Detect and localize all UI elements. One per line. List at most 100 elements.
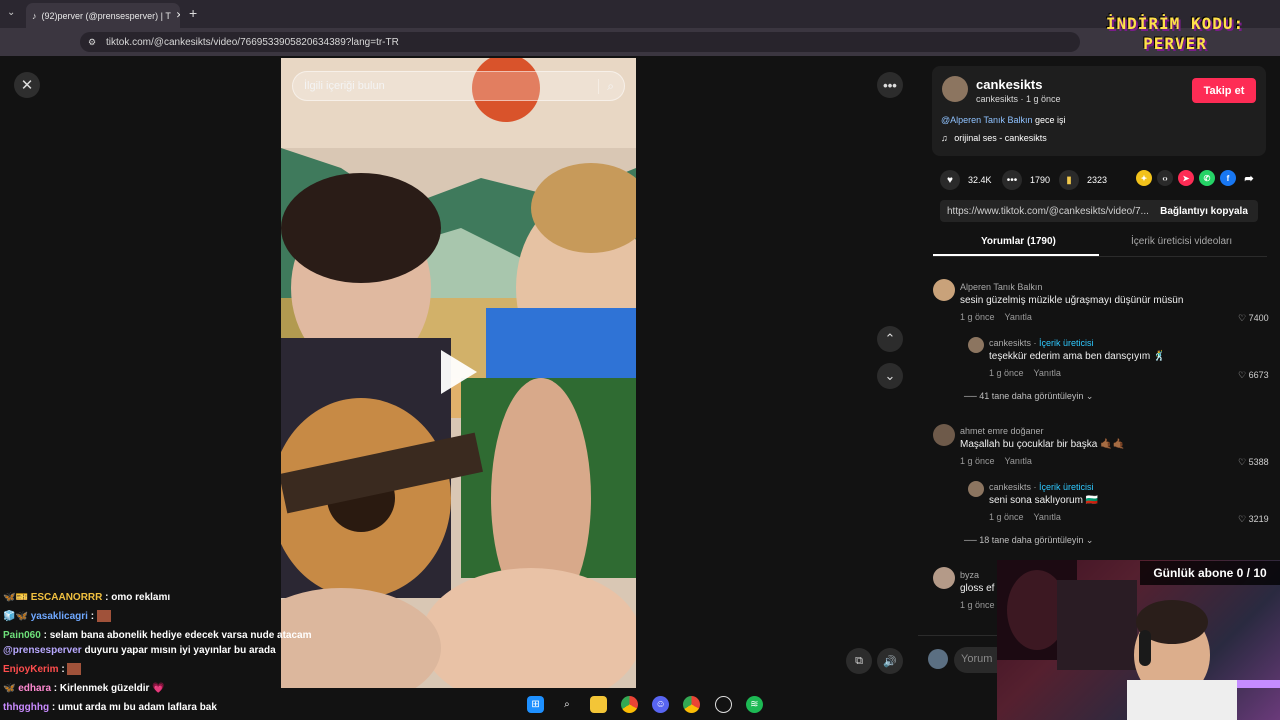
chat-message: 🦋 edhara : Kirlenmek güzeldir 💗 (3, 679, 333, 698)
close-video-button[interactable]: ✕ (14, 72, 40, 98)
reply-button[interactable]: Yanıtla (1005, 312, 1032, 322)
like-count: 32.4K (968, 175, 992, 185)
send-icon[interactable]: ➤ (1178, 170, 1194, 186)
copy-link-button[interactable]: Bağlantıyı kopyala (1150, 200, 1258, 222)
video-player[interactable] (281, 58, 636, 688)
comment-likes[interactable]: ♡ 6673 (1238, 370, 1269, 381)
play-icon[interactable] (441, 350, 477, 394)
windows-start-icon[interactable]: ⊞ (527, 695, 545, 713)
reply-button[interactable]: Yanıtla (1034, 512, 1061, 522)
next-video-button[interactable]: ⌄ (877, 363, 903, 389)
comment-text: Maşallah bu çocuklar bir başka 🤙🏾🤙🏾 (960, 439, 1125, 450)
share-link-field[interactable]: https://www.tiktok.com/@cankesikts/video… (940, 200, 1258, 222)
site-info-icon[interactable]: ⚙ (88, 37, 96, 48)
author-avatar[interactable] (942, 76, 968, 102)
daily-sub-counter: Günlük abone 0 / 10 (1140, 561, 1280, 585)
creator-badge: İçerik üreticisi (1039, 338, 1094, 348)
like-count: 5388 (1248, 457, 1269, 467)
share-arrow-icon[interactable]: ➦ (1241, 170, 1257, 186)
comment-author[interactable]: ahmet emre doğaner (960, 426, 1125, 436)
chat-message: thhgghhg : umut arda mı bu adam laflara … (3, 698, 333, 717)
comment-stat[interactable]: ••• 1790 (1002, 170, 1050, 190)
chat-user: Pain060 (3, 630, 41, 641)
chat-user: EnjoyKerim (3, 664, 59, 675)
comment-placeholder: Yorum (961, 653, 993, 665)
heart-outline-icon[interactable]: ♡ (1238, 370, 1246, 380)
comment-item: Alperen Tanık Balkın sesin güzelmiş müzi… (960, 282, 1183, 322)
search-icon[interactable]: ⌕ (558, 696, 575, 713)
search-icon[interactable]: ⌕ (598, 78, 614, 94)
caption-mention[interactable]: @Alperen Tanık Balkın (941, 115, 1033, 125)
save-count: 2323 (1087, 175, 1108, 185)
browser-tab[interactable]: ♪ (92)perver (@prensesperver) | T ✕ (26, 3, 180, 28)
embed-icon[interactable]: ‹› (1157, 170, 1173, 186)
chat-message: EnjoyKerim : (3, 660, 333, 679)
chat-user: @prensesperver (3, 645, 82, 656)
comment-author[interactable]: Alperen Tanık Balkın (960, 282, 1183, 292)
chat-user: yasaklicagri (30, 611, 88, 622)
tab-creator-videos[interactable]: İçerik üreticisi videoları (1131, 236, 1232, 247)
app-icon[interactable] (714, 695, 732, 713)
chrome-icon[interactable] (683, 695, 701, 713)
comment-time: 1 g önce (960, 456, 995, 466)
author-username[interactable]: cankesikts (976, 77, 1043, 92)
spotify-icon[interactable]: ≋ (745, 695, 763, 713)
comment-text: seni sona saklıyorum 🇧🇬 (989, 495, 1099, 506)
comment-likes[interactable]: ♡ 3219 (1238, 514, 1269, 525)
comment-text: gloss ef (960, 583, 995, 594)
tab-comments[interactable]: Yorumlar (1790) (981, 236, 1056, 247)
like-count: 6673 (1248, 370, 1269, 380)
reply-button[interactable]: Yanıtla (1034, 368, 1061, 378)
heart-outline-icon[interactable]: ♡ (1238, 313, 1246, 323)
chat-text: selam bana abonelik hediye edecek varsa … (49, 630, 312, 641)
file-explorer-icon[interactable] (589, 695, 607, 713)
sound-row[interactable]: ♫ orijinal ses - cankesikts (941, 133, 1047, 143)
sound-name: orijinal ses - cankesikts (954, 133, 1047, 143)
discord-icon[interactable]: ☺ (652, 695, 670, 713)
comment-likes[interactable]: ♡ 5388 (1238, 457, 1269, 468)
like-stat[interactable]: ♥ 32.4K (940, 170, 992, 190)
reply-button[interactable]: Yanıtla (1005, 456, 1032, 466)
heart-icon[interactable]: ♥ (940, 170, 960, 190)
new-tab-button[interactable]: + (189, 5, 197, 21)
bookmark-icon[interactable]: ▮ (1059, 170, 1079, 190)
follow-button[interactable]: Takip et (1192, 78, 1256, 103)
comment-author[interactable]: cankesikts (989, 338, 1031, 348)
chat-separator: : (40, 630, 50, 641)
avatar[interactable] (968, 481, 984, 497)
tiktok-favicon-icon: ♪ (32, 10, 37, 21)
url-bar[interactable]: ⚙ tiktok.com/@cankesikts/video/766953390… (80, 32, 1080, 52)
chrome-icon[interactable] (620, 695, 638, 713)
avatar[interactable] (933, 424, 955, 446)
comment-icon[interactable]: ••• (1002, 170, 1022, 190)
chat-separator: : (58, 664, 68, 675)
chat-text: omo reklamı (111, 592, 171, 603)
avatar[interactable] (968, 337, 984, 353)
share-link-text: https://www.tiktok.com/@cankesikts/video… (947, 205, 1149, 217)
tab-list-chevron-icon[interactable]: ⌄ (7, 7, 15, 18)
repost-icon[interactable]: ✦ (1136, 170, 1152, 186)
facebook-icon[interactable]: f (1220, 170, 1236, 186)
volume-button[interactable]: 🔊 (877, 648, 903, 674)
comment-likes[interactable]: ♡ 7400 (1238, 313, 1269, 324)
chat-separator: : (102, 592, 112, 603)
previous-video-button[interactable]: ⌃ (877, 326, 903, 352)
tab-divider (933, 256, 1267, 257)
emote-icon (67, 663, 82, 676)
avatar[interactable] (933, 279, 955, 301)
view-more-replies[interactable]: ── 18 tane daha görüntüleyin ⌄ (964, 535, 1093, 546)
related-search-input[interactable]: İlgili içeriği bulun ⌕ (292, 71, 625, 101)
chat-text: Kirlenmek güzeldir 💗 (59, 683, 165, 694)
comment-author[interactable]: cankesikts (989, 482, 1031, 492)
more-options-button[interactable]: ••• (877, 72, 903, 98)
chat-text: umut arda mı bu adam laflara bak (57, 702, 217, 713)
pip-button[interactable]: ⧉ (846, 648, 872, 674)
whatsapp-icon[interactable]: ✆ (1199, 170, 1215, 186)
heart-outline-icon[interactable]: ♡ (1238, 514, 1246, 524)
avatar[interactable] (933, 567, 955, 589)
comment-author[interactable]: byza (960, 570, 995, 580)
heart-outline-icon[interactable]: ♡ (1238, 457, 1246, 467)
view-more-replies[interactable]: ── 41 tane daha görüntüleyin ⌄ (964, 391, 1093, 402)
close-tab-icon[interactable]: ✕ (176, 10, 180, 21)
save-stat[interactable]: ▮ 2323 (1059, 170, 1107, 190)
